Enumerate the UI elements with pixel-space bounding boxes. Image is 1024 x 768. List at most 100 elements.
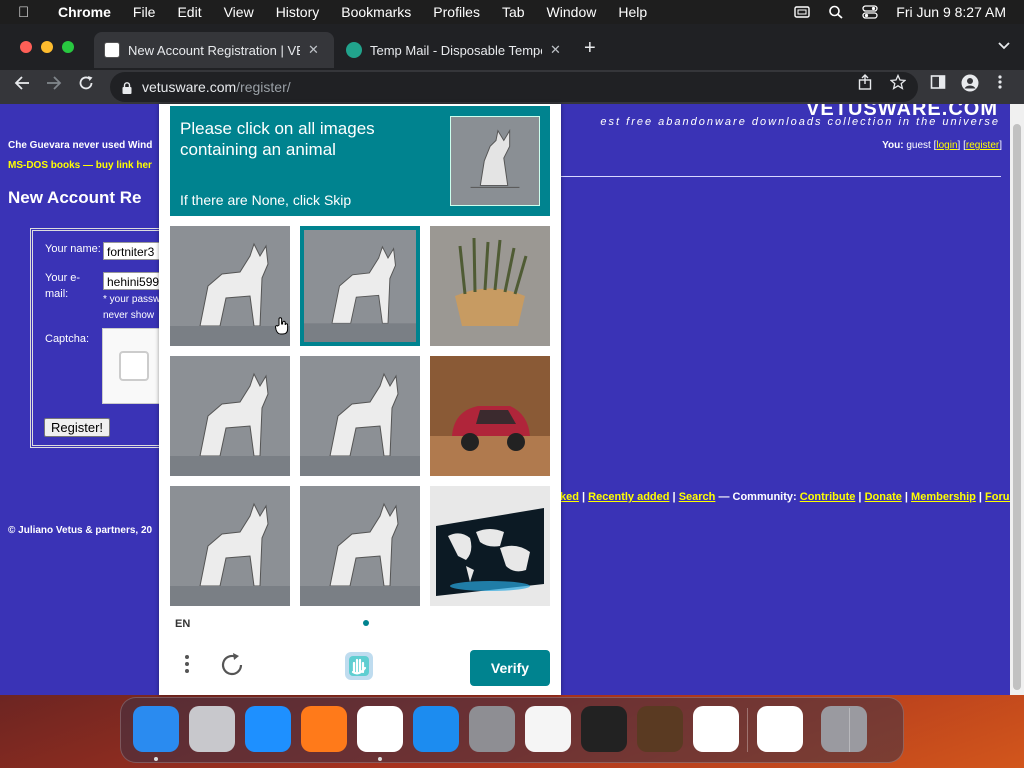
dock-system-preferences-icon[interactable]	[469, 706, 515, 752]
side-panel-icon[interactable]	[930, 74, 946, 94]
sample-cat-image	[450, 116, 540, 206]
profile-avatar-icon[interactable]	[961, 74, 979, 96]
language-selector[interactable]: EN	[175, 618, 190, 630]
lock-icon[interactable]	[122, 81, 132, 94]
verify-button[interactable]: Verify	[470, 650, 550, 686]
contribute-link[interactable]: Contribute	[800, 491, 856, 503]
register-button[interactable]: Register!	[44, 418, 111, 437]
dock-chrome-icon[interactable]	[357, 706, 403, 752]
donate-link[interactable]: Donate	[865, 491, 902, 503]
dock-finder-icon[interactable]	[133, 706, 179, 752]
footer-link-first[interactable]: ked	[560, 491, 579, 503]
menu-bookmarks[interactable]: Bookmarks	[341, 4, 411, 20]
forward-arrow-icon[interactable]	[46, 75, 62, 96]
tab-registration[interactable]: New Account Registration | VE ✕	[94, 32, 334, 68]
vetusware-favicon-icon	[104, 42, 120, 58]
control-center-icon[interactable]	[862, 5, 878, 19]
menu-tab[interactable]: Tab	[502, 4, 525, 20]
challenge-subtext: If there are None, click Skip	[180, 192, 352, 208]
address-bar[interactable]: vetusware.com/register/	[110, 72, 918, 102]
tab-temp-mail[interactable]: Temp Mail - Disposable Tempo ✕	[336, 32, 576, 68]
search-link[interactable]: Search	[679, 491, 716, 503]
dock-terminal-icon[interactable]	[581, 706, 627, 752]
tab-title: New Account Registration | VE	[128, 42, 300, 58]
dock-safari-icon[interactable]	[245, 706, 291, 752]
captcha-tile-car[interactable]	[430, 356, 550, 476]
menu-window[interactable]: Window	[547, 4, 597, 20]
dock-app-store-icon[interactable]	[413, 706, 459, 752]
captcha-tile-map[interactable]	[430, 486, 550, 606]
tab-title: Temp Mail - Disposable Tempo	[370, 42, 542, 58]
menu-help[interactable]: Help	[618, 4, 647, 20]
msdos-books-link[interactable]: MS-DOS books — buy link her	[8, 160, 152, 171]
menu-edit[interactable]: Edit	[177, 4, 201, 20]
dock-running-indicator	[378, 757, 382, 761]
bookmark-star-icon[interactable]	[889, 73, 907, 94]
name-label: Your name:	[45, 243, 101, 255]
hand-cursor-icon	[275, 317, 289, 335]
email-input[interactable]: hehini599	[103, 272, 167, 290]
password-note-line2: never show	[103, 310, 155, 321]
captcha-tile-cat[interactable]	[170, 486, 290, 606]
challenge-menu-kebab-icon[interactable]	[185, 654, 189, 680]
chrome-menu-kebab-icon[interactable]	[998, 74, 1002, 94]
menu-file[interactable]: File	[133, 4, 156, 20]
tab-search-chevron-icon[interactable]	[998, 39, 1010, 53]
dock-textedit-icon[interactable]	[525, 706, 571, 752]
close-tab-icon[interactable]: ✕	[550, 42, 561, 58]
display-icon[interactable]	[794, 5, 810, 19]
captcha-tile-cat[interactable]	[300, 486, 420, 606]
dock-visual-studio-icon[interactable]	[757, 706, 803, 752]
register-link[interactable]: register	[966, 140, 999, 151]
page-scrollbar[interactable]	[1010, 104, 1024, 695]
login-link[interactable]: login	[936, 140, 957, 151]
dock-firefox-icon[interactable]	[301, 706, 347, 752]
membership-link[interactable]: Membership	[911, 491, 976, 503]
captcha-tile-cat[interactable]	[170, 356, 290, 476]
dock-trash-icon[interactable]	[821, 706, 867, 752]
captcha-tile-cat[interactable]	[300, 356, 420, 476]
dock-launchpad-icon[interactable]	[189, 706, 235, 752]
community-label: — Community:	[718, 491, 797, 503]
tab-strip: New Account Registration | VE ✕ Temp Mai…	[0, 24, 1024, 70]
close-window-button[interactable]	[20, 41, 32, 53]
captcha-tile-cat[interactable]	[170, 226, 290, 346]
dock-separator	[849, 708, 850, 752]
dock-visual-studio-code-icon[interactable]	[693, 706, 739, 752]
menu-view[interactable]: View	[224, 4, 254, 20]
challenge-header: Please click on all images containing an…	[170, 106, 550, 216]
refresh-challenge-icon[interactable]	[219, 652, 245, 685]
you-label: You:	[882, 140, 904, 151]
menu-profiles[interactable]: Profiles	[433, 4, 480, 20]
password-note-line1: * your passw	[103, 294, 161, 305]
menu-clock[interactable]: Fri Jun 9 8:27 AM	[896, 4, 1006, 20]
hcaptcha-logo-icon[interactable]	[343, 650, 375, 682]
minimize-window-button[interactable]	[41, 41, 53, 53]
captcha-checkbox[interactable]	[119, 351, 149, 381]
site-quote: Che Guevara never used Wind	[8, 140, 153, 151]
apple-icon[interactable]: 	[18, 4, 40, 21]
scrollbar-thumb[interactable]	[1013, 124, 1021, 690]
dock-separator	[747, 708, 748, 752]
spotlight-search-icon[interactable]	[828, 5, 844, 19]
back-arrow-icon[interactable]	[14, 75, 30, 96]
page-title: New Account Re	[8, 188, 142, 207]
browser-toolbar: vetusware.com/register/	[0, 70, 1024, 104]
captcha-tile-plant[interactable]	[430, 226, 550, 346]
captcha-label: Captcha:	[45, 333, 90, 345]
zoom-window-button[interactable]	[62, 41, 74, 53]
new-tab-plus-icon[interactable]: +	[584, 37, 596, 60]
dock-garageband-icon[interactable]	[637, 706, 683, 752]
name-input[interactable]: fortniter3	[103, 242, 167, 260]
menu-app-name[interactable]: Chrome	[58, 4, 111, 20]
email-label-line2: mail:	[45, 288, 69, 300]
share-icon[interactable]	[858, 74, 872, 94]
url-path: /register/	[236, 79, 291, 95]
menu-history[interactable]: History	[276, 4, 320, 20]
captcha-tile-cat[interactable]	[300, 226, 420, 346]
close-tab-icon[interactable]: ✕	[308, 42, 319, 58]
dock	[120, 697, 904, 763]
dock-running-indicator	[154, 757, 158, 761]
recently-added-link[interactable]: Recently added	[588, 491, 669, 503]
reload-icon[interactable]	[78, 75, 94, 96]
